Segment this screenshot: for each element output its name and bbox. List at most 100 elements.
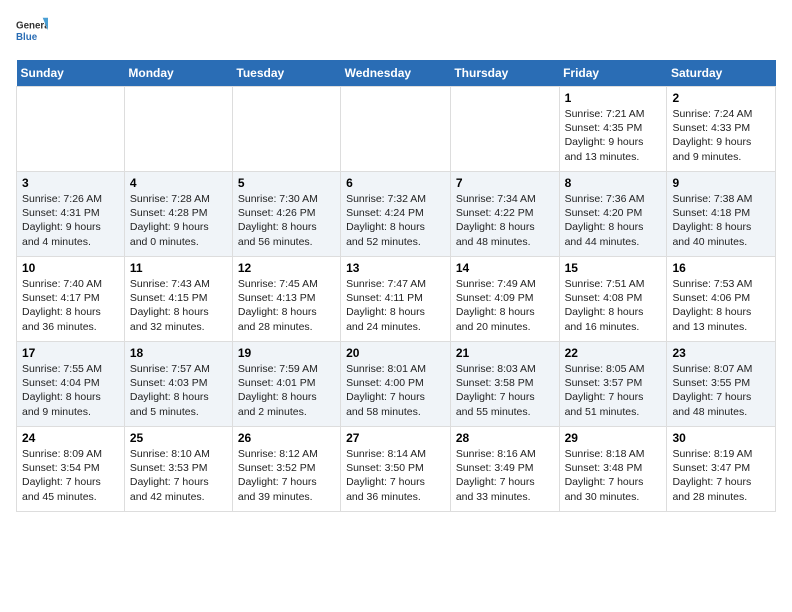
calendar-cell: 3 Sunrise: 7:26 AM Sunset: 4:31 PM Daylig…: [17, 172, 125, 257]
calendar-cell: [450, 87, 559, 172]
day-info: Sunrise: 8:18 AM Sunset: 3:48 PM Dayligh…: [565, 447, 662, 504]
day-info: Sunrise: 7:36 AM Sunset: 4:20 PM Dayligh…: [565, 192, 662, 249]
day-info: Sunrise: 8:19 AM Sunset: 3:47 PM Dayligh…: [672, 447, 770, 504]
calendar-cell: 9 Sunrise: 7:38 AM Sunset: 4:18 PM Daylig…: [667, 172, 776, 257]
day-number: 10: [22, 261, 119, 275]
day-number: 17: [22, 346, 119, 360]
calendar-cell: 26 Sunrise: 8:12 AM Sunset: 3:52 PM Dayli…: [232, 427, 340, 512]
calendar-cell: 2 Sunrise: 7:24 AM Sunset: 4:33 PM Daylig…: [667, 87, 776, 172]
calendar-cell: [232, 87, 340, 172]
weekday-header-saturday: Saturday: [667, 60, 776, 87]
day-info: Sunrise: 7:49 AM Sunset: 4:09 PM Dayligh…: [456, 277, 554, 334]
day-info: Sunrise: 7:55 AM Sunset: 4:04 PM Dayligh…: [22, 362, 119, 419]
calendar-cell: 27 Sunrise: 8:14 AM Sunset: 3:50 PM Dayli…: [341, 427, 451, 512]
calendar-cell: 19 Sunrise: 7:59 AM Sunset: 4:01 PM Dayli…: [232, 342, 340, 427]
day-info: Sunrise: 8:05 AM Sunset: 3:57 PM Dayligh…: [565, 362, 662, 419]
calendar-table: SundayMondayTuesdayWednesdayThursdayFrid…: [16, 60, 776, 512]
calendar-cell: 11 Sunrise: 7:43 AM Sunset: 4:15 PM Dayli…: [124, 257, 232, 342]
calendar-cell: 17 Sunrise: 7:55 AM Sunset: 4:04 PM Dayli…: [17, 342, 125, 427]
day-info: Sunrise: 7:32 AM Sunset: 4:24 PM Dayligh…: [346, 192, 445, 249]
day-number: 29: [565, 431, 662, 445]
calendar-cell: 23 Sunrise: 8:07 AM Sunset: 3:55 PM Dayli…: [667, 342, 776, 427]
svg-text:General: General: [16, 20, 48, 31]
day-number: 25: [130, 431, 227, 445]
calendar-cell: 25 Sunrise: 8:10 AM Sunset: 3:53 PM Dayli…: [124, 427, 232, 512]
calendar-cell: 5 Sunrise: 7:30 AM Sunset: 4:26 PM Daylig…: [232, 172, 340, 257]
calendar-week-row: 24 Sunrise: 8:09 AM Sunset: 3:54 PM Dayli…: [17, 427, 776, 512]
calendar-cell: 16Sunrise: 7:53 AM Sunset: 4:06 PM Dayli…: [667, 257, 776, 342]
day-number: 20: [346, 346, 445, 360]
calendar-week-row: 10 Sunrise: 7:40 AM Sunset: 4:17 PM Dayli…: [17, 257, 776, 342]
calendar-cell: 24 Sunrise: 8:09 AM Sunset: 3:54 PM Dayli…: [17, 427, 125, 512]
day-number: 9: [672, 176, 770, 190]
day-info: Sunrise: 8:10 AM Sunset: 3:53 PM Dayligh…: [130, 447, 227, 504]
day-info: Sunrise: 7:38 AM Sunset: 4:18 PM Dayligh…: [672, 192, 770, 249]
calendar-week-row: 1Sunrise: 7:21 AM Sunset: 4:35 PM Daylig…: [17, 87, 776, 172]
day-info: Sunrise: 8:01 AM Sunset: 4:00 PM Dayligh…: [346, 362, 445, 419]
day-info: Sunrise: 7:57 AM Sunset: 4:03 PM Dayligh…: [130, 362, 227, 419]
logo-icon: General Blue: [16, 16, 48, 48]
day-number: 13: [346, 261, 445, 275]
day-info: Sunrise: 7:34 AM Sunset: 4:22 PM Dayligh…: [456, 192, 554, 249]
calendar-cell: 20 Sunrise: 8:01 AM Sunset: 4:00 PM Dayli…: [341, 342, 451, 427]
day-number: 24: [22, 431, 119, 445]
calendar-cell: [17, 87, 125, 172]
day-info: Sunrise: 7:28 AM Sunset: 4:28 PM Dayligh…: [130, 192, 227, 249]
day-info: Sunrise: 8:12 AM Sunset: 3:52 PM Dayligh…: [238, 447, 335, 504]
day-info: Sunrise: 7:24 AM Sunset: 4:33 PM Dayligh…: [672, 107, 770, 164]
weekday-header-wednesday: Wednesday: [341, 60, 451, 87]
day-number: 30: [672, 431, 770, 445]
svg-text:Blue: Blue: [16, 32, 38, 43]
day-info: Sunrise: 8:07 AM Sunset: 3:55 PM Dayligh…: [672, 362, 770, 419]
day-number: 11: [130, 261, 227, 275]
day-number: 23: [672, 346, 770, 360]
weekday-header-sunday: Sunday: [17, 60, 125, 87]
calendar-cell: 15 Sunrise: 7:51 AM Sunset: 4:08 PM Dayli…: [559, 257, 667, 342]
calendar-cell: 4Sunrise: 7:28 AM Sunset: 4:28 PM Daylig…: [124, 172, 232, 257]
calendar-week-row: 3 Sunrise: 7:26 AM Sunset: 4:31 PM Daylig…: [17, 172, 776, 257]
day-info: Sunrise: 7:40 AM Sunset: 4:17 PM Dayligh…: [22, 277, 119, 334]
day-info: Sunrise: 7:30 AM Sunset: 4:26 PM Dayligh…: [238, 192, 335, 249]
calendar-week-row: 17 Sunrise: 7:55 AM Sunset: 4:04 PM Dayli…: [17, 342, 776, 427]
calendar-cell: 14 Sunrise: 7:49 AM Sunset: 4:09 PM Dayli…: [450, 257, 559, 342]
day-number: 6: [346, 176, 445, 190]
day-number: 2: [672, 91, 770, 105]
calendar-cell: 22 Sunrise: 8:05 AM Sunset: 3:57 PM Dayli…: [559, 342, 667, 427]
day-number: 26: [238, 431, 335, 445]
calendar-cell: 30 Sunrise: 8:19 AM Sunset: 3:47 PM Dayli…: [667, 427, 776, 512]
day-number: 8: [565, 176, 662, 190]
day-info: Sunrise: 7:43 AM Sunset: 4:15 PM Dayligh…: [130, 277, 227, 334]
day-number: 19: [238, 346, 335, 360]
day-info: Sunrise: 7:47 AM Sunset: 4:11 PM Dayligh…: [346, 277, 445, 334]
day-info: Sunrise: 7:51 AM Sunset: 4:08 PM Dayligh…: [565, 277, 662, 334]
calendar-cell: [124, 87, 232, 172]
calendar-cell: 1Sunrise: 7:21 AM Sunset: 4:35 PM Daylig…: [559, 87, 667, 172]
day-info: Sunrise: 7:59 AM Sunset: 4:01 PM Dayligh…: [238, 362, 335, 419]
weekday-header-friday: Friday: [559, 60, 667, 87]
day-number: 21: [456, 346, 554, 360]
day-number: 12: [238, 261, 335, 275]
calendar-cell: 8 Sunrise: 7:36 AM Sunset: 4:20 PM Daylig…: [559, 172, 667, 257]
day-number: 15: [565, 261, 662, 275]
calendar-cell: [341, 87, 451, 172]
calendar-cell: 10 Sunrise: 7:40 AM Sunset: 4:17 PM Dayli…: [17, 257, 125, 342]
weekday-header-monday: Monday: [124, 60, 232, 87]
day-info: Sunrise: 7:26 AM Sunset: 4:31 PM Dayligh…: [22, 192, 119, 249]
day-info: Sunrise: 8:16 AM Sunset: 3:49 PM Dayligh…: [456, 447, 554, 504]
day-number: 7: [456, 176, 554, 190]
logo: General Blue: [16, 16, 48, 48]
day-number: 3: [22, 176, 119, 190]
day-info: Sunrise: 8:14 AM Sunset: 3:50 PM Dayligh…: [346, 447, 445, 504]
calendar-cell: 28 Sunrise: 8:16 AM Sunset: 3:49 PM Dayli…: [450, 427, 559, 512]
day-number: 14: [456, 261, 554, 275]
calendar-cell: 29 Sunrise: 8:18 AM Sunset: 3:48 PM Dayli…: [559, 427, 667, 512]
day-info: Sunrise: 7:21 AM Sunset: 4:35 PM Dayligh…: [565, 107, 662, 164]
day-info: Sunrise: 7:45 AM Sunset: 4:13 PM Dayligh…: [238, 277, 335, 334]
day-number: 22: [565, 346, 662, 360]
day-number: 27: [346, 431, 445, 445]
day-info: Sunrise: 8:03 AM Sunset: 3:58 PM Dayligh…: [456, 362, 554, 419]
day-number: 18: [130, 346, 227, 360]
day-number: 28: [456, 431, 554, 445]
day-number: 5: [238, 176, 335, 190]
day-info: Sunrise: 8:09 AM Sunset: 3:54 PM Dayligh…: [22, 447, 119, 504]
